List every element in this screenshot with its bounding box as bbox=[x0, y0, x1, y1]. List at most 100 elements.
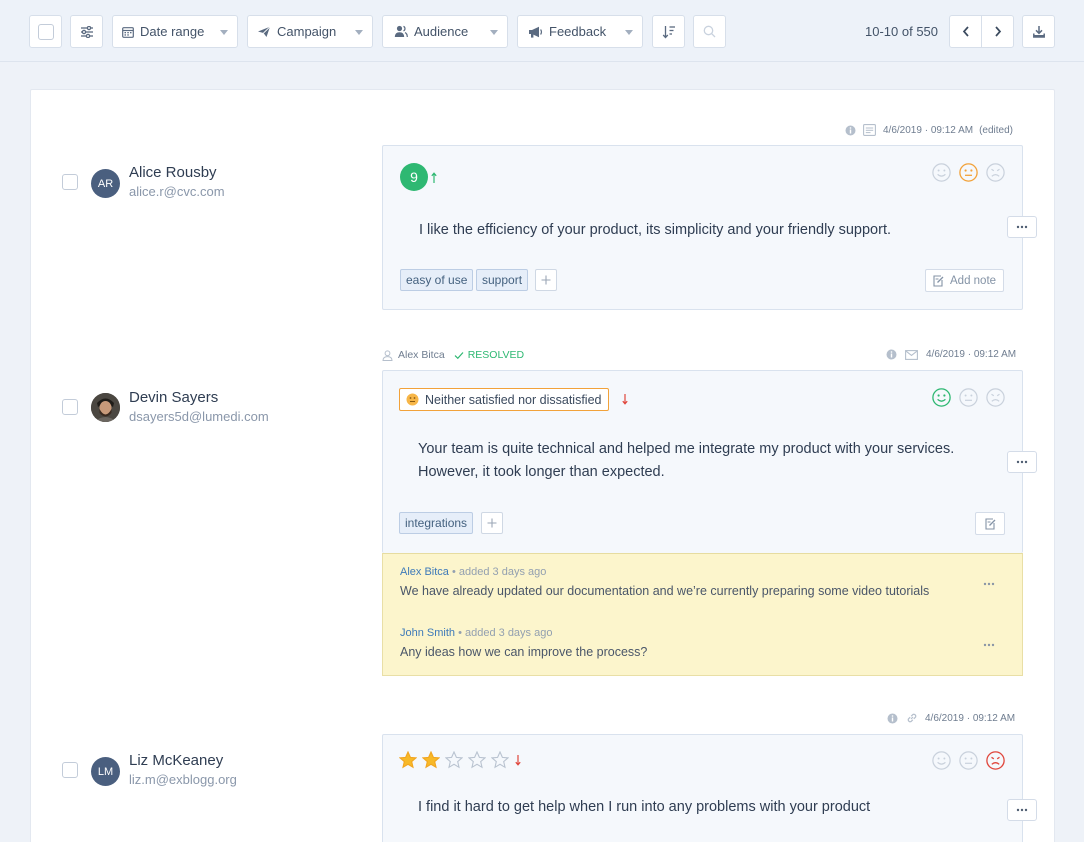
user-email: liz.m@exblogg.org bbox=[129, 772, 237, 787]
sad-face-icon[interactable] bbox=[986, 163, 1005, 182]
happy-face-icon[interactable] bbox=[932, 388, 951, 407]
neutral-face-icon[interactable] bbox=[959, 163, 978, 182]
timestamp: 4/6/2019 · 09:12 AM bbox=[883, 124, 974, 136]
add-note-button[interactable]: Add note bbox=[925, 269, 1005, 292]
select-all-checkbox[interactable] bbox=[29, 15, 62, 48]
date-range-dropdown[interactable]: Date range bbox=[112, 15, 238, 48]
user-email: dsayers5d@lumedi.com bbox=[129, 409, 269, 424]
response-text: I find it hard to get help when I run in… bbox=[418, 799, 871, 815]
next-page-button[interactable] bbox=[981, 15, 1014, 48]
more-horizontal-icon bbox=[983, 582, 995, 586]
link-icon bbox=[907, 713, 917, 723]
more-horizontal-icon bbox=[1016, 808, 1028, 812]
assignee-name[interactable]: Alex Bitca bbox=[398, 349, 445, 361]
add-tag-button[interactable] bbox=[535, 269, 557, 291]
add-note-button[interactable] bbox=[975, 512, 1005, 535]
pagination-label: 10-10 of 550 bbox=[865, 24, 939, 39]
search-button[interactable] bbox=[693, 15, 726, 48]
tag-easy-of-use[interactable]: easy of use bbox=[400, 269, 474, 291]
chevron-down-icon bbox=[220, 30, 228, 35]
response-meta: 4/6/2019 · 09:12 AM (edited) bbox=[845, 124, 1013, 136]
user-name[interactable]: Devin Sayers bbox=[129, 389, 218, 406]
info-icon[interactable] bbox=[887, 713, 898, 724]
toolbar: Date range Campaign Audience Feedback 10… bbox=[0, 0, 1084, 62]
more-options-button[interactable] bbox=[1007, 799, 1037, 821]
note-edit-icon bbox=[984, 517, 995, 530]
user-name[interactable]: Liz McKeaney bbox=[129, 752, 223, 769]
user-photo bbox=[91, 393, 120, 422]
note-author[interactable]: John Smith bbox=[400, 627, 455, 639]
add-tag-button[interactable] bbox=[481, 512, 503, 534]
note-options-button[interactable] bbox=[983, 635, 995, 650]
note-text: We have already updated our documentatio… bbox=[400, 584, 930, 598]
feedback-dropdown[interactable]: Feedback bbox=[517, 15, 643, 48]
note-author[interactable]: Alex Bitca bbox=[400, 566, 449, 578]
neutral-face-icon bbox=[406, 393, 419, 406]
megaphone-icon bbox=[529, 26, 543, 38]
star-filled-icon bbox=[399, 751, 417, 769]
note-edit-icon bbox=[933, 274, 944, 287]
tag-support[interactable]: support bbox=[476, 269, 529, 291]
feedback-label: Feedback bbox=[549, 24, 607, 39]
date-range-label: Date range bbox=[140, 24, 205, 39]
download-button[interactable] bbox=[1022, 15, 1055, 48]
check-icon bbox=[454, 351, 464, 359]
user-name[interactable]: Alice Rousby bbox=[129, 164, 217, 181]
edited-label: (edited) bbox=[979, 124, 1013, 136]
previous-page-button[interactable] bbox=[949, 15, 982, 48]
audience-icon bbox=[394, 25, 408, 38]
tag-integrations[interactable]: integrations bbox=[399, 512, 474, 534]
stars-container bbox=[399, 751, 514, 769]
note-time: • added 3 days ago bbox=[458, 627, 553, 639]
more-options-button[interactable] bbox=[1007, 216, 1037, 238]
response-text: I like the efficiency of your product, i… bbox=[419, 222, 892, 238]
sad-face-icon[interactable] bbox=[986, 388, 1005, 407]
response-card: 9 I like the efficiency of your product,… bbox=[382, 145, 1023, 310]
row-checkbox[interactable] bbox=[62, 762, 78, 778]
note-author-line: Alex Bitca • added 3 days ago bbox=[400, 566, 546, 578]
row-checkbox[interactable] bbox=[62, 399, 78, 415]
neutral-face-icon[interactable] bbox=[959, 751, 978, 770]
neutral-face-icon[interactable] bbox=[959, 388, 978, 407]
plus-icon bbox=[541, 275, 551, 285]
campaign-dropdown[interactable]: Campaign bbox=[247, 15, 373, 48]
more-horizontal-icon bbox=[1016, 460, 1028, 464]
sort-icon bbox=[662, 25, 675, 38]
more-horizontal-icon bbox=[1016, 225, 1028, 229]
info-icon[interactable] bbox=[886, 349, 897, 360]
row-checkbox[interactable] bbox=[62, 174, 78, 190]
chevron-down-icon bbox=[490, 30, 498, 35]
user-email: alice.r@cvc.com bbox=[129, 184, 225, 199]
happy-face-icon[interactable] bbox=[932, 751, 951, 770]
satisfaction-badge: Neither satisfied nor dissatisfied bbox=[399, 388, 610, 411]
status-badge: RESOLVED bbox=[467, 349, 525, 361]
filter-settings-button[interactable] bbox=[70, 15, 103, 48]
info-icon[interactable] bbox=[845, 125, 856, 136]
add-note-label: Add note bbox=[950, 274, 997, 287]
more-options-button[interactable] bbox=[1007, 451, 1037, 473]
audience-label: Audience bbox=[414, 24, 469, 39]
response-meta: 4/6/2019 · 09:12 AM bbox=[887, 712, 1015, 724]
sort-button[interactable] bbox=[652, 15, 685, 48]
star-filled-icon bbox=[422, 751, 440, 769]
star-empty-icon bbox=[491, 751, 509, 769]
user-icon bbox=[382, 349, 393, 361]
plus-icon bbox=[487, 518, 497, 528]
assignee-status: Alex Bitca RESOLVED bbox=[382, 349, 524, 361]
chevron-right-icon bbox=[994, 26, 1001, 37]
audience-dropdown[interactable]: Audience bbox=[382, 15, 508, 48]
note-text: Any ideas how we can improve the process… bbox=[400, 645, 648, 659]
satisfaction-label: Neither satisfied nor dissatisfied bbox=[425, 392, 602, 407]
note-time: • added 3 days ago bbox=[451, 566, 547, 578]
calendar-icon bbox=[122, 26, 134, 38]
sad-face-icon[interactable] bbox=[986, 751, 1005, 770]
chevron-down-icon bbox=[355, 30, 363, 35]
star-rating bbox=[399, 751, 521, 769]
avatar: LM bbox=[91, 757, 120, 786]
web-form-icon bbox=[863, 124, 876, 136]
internal-notes: Alex Bitca • added 3 days ago We have al… bbox=[382, 553, 1023, 676]
timestamp: 4/6/2019 · 09:12 AM bbox=[925, 712, 1016, 724]
campaign-label: Campaign bbox=[277, 24, 337, 39]
note-options-button[interactable] bbox=[983, 574, 995, 589]
happy-face-icon[interactable] bbox=[932, 163, 951, 182]
